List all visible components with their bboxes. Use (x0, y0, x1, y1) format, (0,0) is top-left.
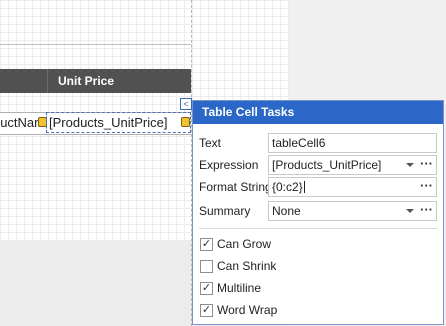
can-grow-label: Can Grow (217, 237, 272, 251)
format-string-field-value: {0:c2} (272, 180, 303, 194)
band-separator (0, 44, 191, 69)
table-cell-tasks-panel: Table Cell Tasks Text tableCell6 Express… (192, 100, 444, 325)
multiline-check-icon[interactable]: ✓ (200, 282, 213, 295)
expression-dropdown-arrow-icon[interactable] (406, 163, 414, 167)
panel-separator (199, 228, 437, 229)
text-field[interactable]: tableCell6 (268, 133, 437, 153)
header-cell-unit-price[interactable]: Unit Price (47, 69, 191, 93)
format-string-label: Format String (199, 180, 272, 194)
format-string-field[interactable]: {0:c2} ··· (268, 177, 437, 197)
expression-binding-icon (181, 117, 190, 127)
can-grow-check-icon[interactable]: ✓ (200, 238, 213, 251)
selected-cell-text: [Products_UnitPrice] (49, 115, 168, 130)
summary-field-value: None (272, 204, 301, 218)
multiline-label: Multiline (217, 281, 262, 295)
expression-label: Expression (199, 158, 259, 172)
expression-field-value: [Products_UnitPrice] (272, 158, 382, 172)
panel-title: Table Cell Tasks (193, 101, 443, 124)
text-label: Text (199, 136, 222, 150)
can-shrink-check-box[interactable] (200, 260, 213, 273)
summary-dropdown-arrow-icon[interactable] (406, 209, 414, 213)
text-cursor (303, 181, 305, 193)
word-wrap-label: Word Wrap (217, 303, 278, 317)
expression-ellipsis-button[interactable]: ··· (420, 156, 433, 174)
format-string-ellipsis-button[interactable]: ··· (420, 178, 433, 196)
summary-ellipsis-button[interactable]: ··· (420, 202, 433, 220)
can-shrink-label: Can Shrink (217, 259, 277, 273)
smart-tag-collapse-icon[interactable]: < (180, 98, 192, 110)
expression-field[interactable]: [Products_UnitPrice] ··· (268, 155, 437, 175)
summary-field[interactable]: None ··· (268, 201, 437, 221)
text-field-value: tableCell6 (272, 136, 326, 150)
summary-label: Summary (199, 204, 251, 218)
word-wrap-check-icon[interactable]: ✓ (200, 304, 213, 317)
